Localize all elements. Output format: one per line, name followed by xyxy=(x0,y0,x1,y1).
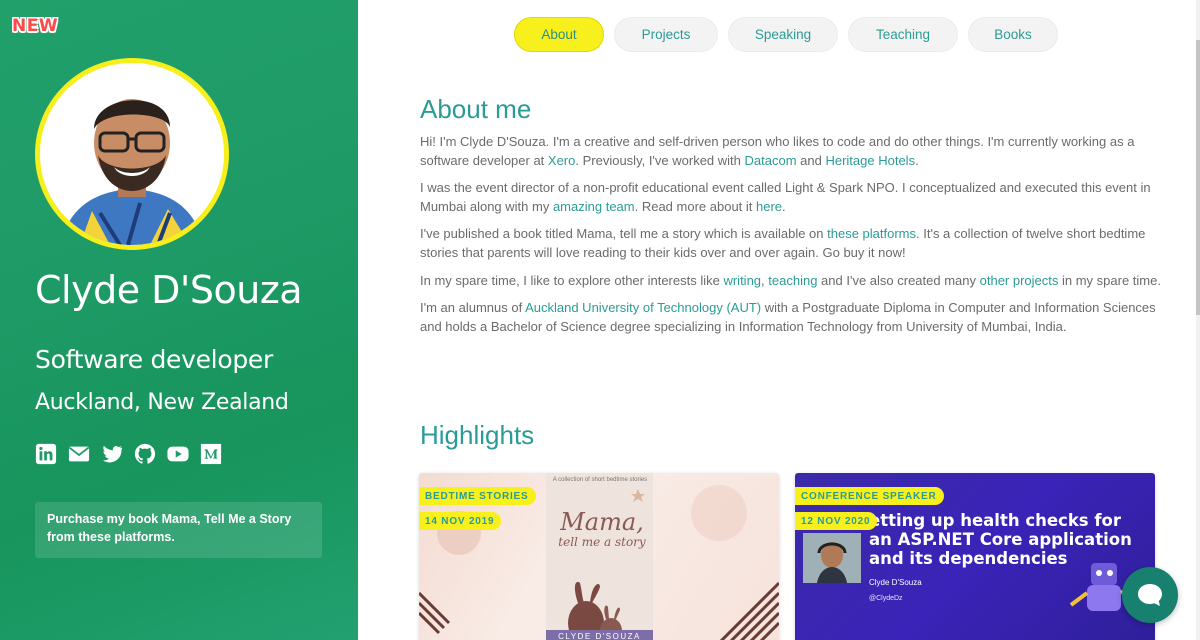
main-content: About Projects Speaking Teaching Books A… xyxy=(358,0,1200,640)
about-body: Hi! I'm Clyde D'Souza. I'm a creative an… xyxy=(420,133,1175,345)
github-icon[interactable] xyxy=(134,443,156,465)
teaching-link[interactable]: teaching xyxy=(768,273,817,288)
these-platforms-link[interactable]: these platforms xyxy=(827,226,916,241)
date-tag: 14 NOV 2019 xyxy=(419,512,502,530)
about-text: In my spare time, I like to explore othe… xyxy=(420,272,724,288)
bunny-egg-illustration xyxy=(568,489,645,640)
about-text: . Previously, I've worked with xyxy=(575,152,745,168)
profile-sidebar: NEW Clyde D'Souza Software developer Auc… xyxy=(0,0,358,640)
book-cover: A collection of short bedtime stories Ma… xyxy=(546,473,653,640)
profile-name: Clyde D'Souza xyxy=(35,268,303,312)
tab-teaching[interactable]: Teaching xyxy=(848,17,958,52)
about-text: . xyxy=(915,152,919,168)
heritage-hotels-link[interactable]: Heritage Hotels xyxy=(825,153,915,168)
about-text: . xyxy=(782,198,786,214)
avatar-photo xyxy=(40,63,224,245)
social-links xyxy=(35,443,222,465)
book-promo[interactable]: Purchase my book Mama, Tell Me a Story f… xyxy=(35,502,322,558)
here-link[interactable]: here xyxy=(756,199,782,214)
about-paragraph: I've published a book titled Mama, tell … xyxy=(420,225,1175,262)
speaker-photo xyxy=(803,533,861,583)
highlights-heading: Highlights xyxy=(420,420,535,450)
profile-location: Auckland, New Zealand xyxy=(35,390,289,415)
avatar xyxy=(35,58,229,250)
scrollbar-thumb[interactable] xyxy=(1196,40,1200,315)
chat-button[interactable] xyxy=(1122,567,1178,623)
tab-speaking[interactable]: Speaking xyxy=(728,17,838,52)
email-icon[interactable] xyxy=(68,443,90,465)
speaker-name: Clyde D'Souza xyxy=(869,578,922,587)
xero-link[interactable]: Xero xyxy=(548,153,575,168)
new-badge: NEW xyxy=(12,16,59,36)
about-paragraph: Hi! I'm Clyde D'Souza. I'm a creative an… xyxy=(420,133,1175,170)
medium-icon[interactable] xyxy=(200,443,222,465)
about-text: and xyxy=(796,152,826,168)
about-text: I'm an alumnus of xyxy=(420,300,526,316)
youtube-icon[interactable] xyxy=(167,443,189,465)
highlight-card-talk[interactable]: etting up health checks for an ASP.NET C… xyxy=(795,473,1155,640)
other-projects-link[interactable]: other projects xyxy=(980,273,1059,288)
date-tag: 12 NOV 2020 xyxy=(795,512,878,530)
amazing-team-link[interactable]: amazing team xyxy=(553,199,635,214)
category-tag: CONFERENCE SPEAKER xyxy=(795,487,944,505)
aut-link[interactable]: Auckland University of Technology (AUT) xyxy=(525,300,761,315)
about-text: in my spare time. xyxy=(1058,272,1161,288)
highlights-cards: A collection of short bedtime stories Ma… xyxy=(419,473,1159,640)
top-nav: About Projects Speaking Teaching Books xyxy=(514,17,1058,52)
highlight-card-book[interactable]: A collection of short bedtime stories Ma… xyxy=(419,473,779,640)
about-paragraph: I was the event director of a non-profit… xyxy=(420,179,1175,216)
about-heading: About me xyxy=(420,94,532,124)
about-text: I've published a book titled Mama, tell … xyxy=(420,226,828,242)
about-text: and I've also created many xyxy=(817,272,980,288)
linkedin-icon[interactable] xyxy=(35,443,57,465)
writing-link[interactable]: writing xyxy=(723,273,761,288)
about-paragraph: I'm an alumnus of Auckland University of… xyxy=(420,299,1175,336)
profile-role: Software developer xyxy=(35,345,273,374)
category-tag: BEDTIME STORIES xyxy=(419,487,536,505)
tab-projects[interactable]: Projects xyxy=(614,17,718,52)
chat-bubble-icon xyxy=(1138,584,1162,606)
twitter-icon[interactable] xyxy=(101,443,123,465)
page-scrollbar[interactable] xyxy=(1196,0,1200,640)
about-text: . Read more about it xyxy=(634,198,757,214)
about-paragraph: In my spare time, I like to explore othe… xyxy=(420,272,1175,291)
book-cover-author: CLYDE D'SOUZA xyxy=(546,630,653,640)
tab-about[interactable]: About xyxy=(514,17,604,52)
tab-books[interactable]: Books xyxy=(968,17,1058,52)
speaker-handle: @ClydeDz xyxy=(869,595,903,602)
datacom-link[interactable]: Datacom xyxy=(745,153,797,168)
